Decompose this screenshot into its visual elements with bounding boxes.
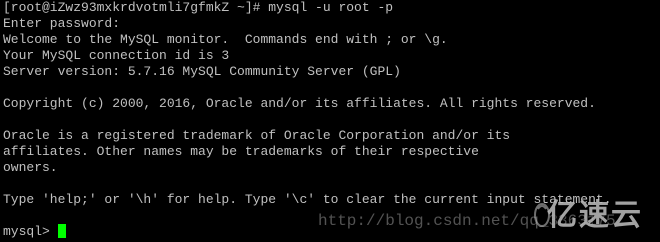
terminal-cursor [58, 224, 66, 238]
terminal-line-connection-id: Your MySQL connection id is 3 [3, 48, 230, 63]
watermark-logo-text: 亿速云 [547, 198, 643, 233]
terminal-line-server-version: Server version: 5.7.16 MySQL Community S… [3, 64, 401, 79]
terminal-line-welcome: Welcome to the MySQL monitor. Commands e… [3, 32, 448, 47]
terminal-line-command: [root@iZwz93mxkrdvotmli7gfmkZ ~]# mysql … [3, 0, 394, 15]
terminal-line-trademark-2: affiliates. Other names may be trademark… [3, 144, 479, 159]
terminal-line-trademark-3: owners. [3, 160, 58, 175]
terminal-line-trademark-1: Oracle is a registered trademark of Orac… [3, 128, 511, 143]
mysql-prompt[interactable]: mysql> [3, 224, 58, 240]
terminal-window[interactable]: [root@iZwz93mxkrdvotmli7gfmkZ ~]# mysql … [0, 0, 660, 242]
terminal-line-copyright: Copyright (c) 2000, 2016, Oracle and/or … [3, 96, 596, 111]
terminal-line-password-prompt: Enter password: [3, 16, 121, 31]
